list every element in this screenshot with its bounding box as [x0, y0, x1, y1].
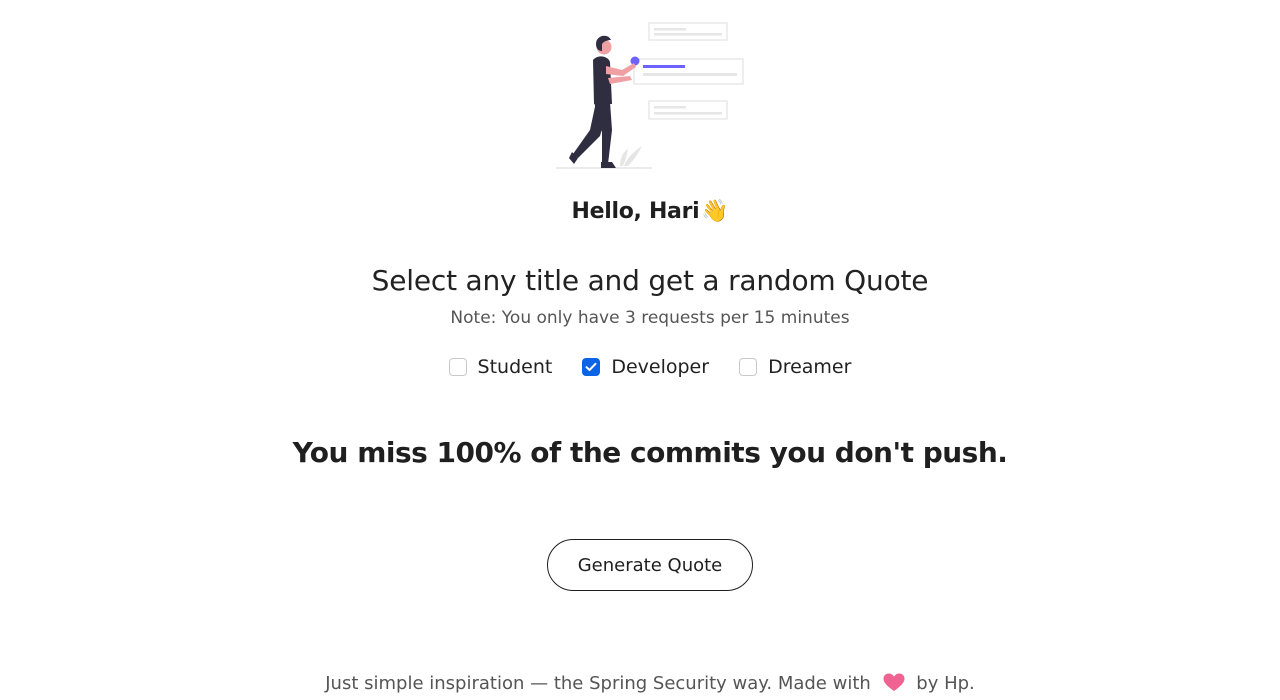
option-dreamer-label: Dreamer	[768, 356, 852, 378]
footer-text-before: Just simple inspiration — the Spring Sec…	[325, 673, 871, 694]
person-with-messages-illustration	[556, 22, 744, 169]
greeting-text: Hello, Hari	[571, 199, 700, 224]
check-icon	[585, 362, 597, 371]
option-student-label: Student	[477, 356, 553, 378]
footer-text-after: by Hp.	[916, 673, 975, 694]
option-developer-label: Developer	[611, 356, 710, 378]
dreamer-checkbox[interactable]	[739, 358, 758, 376]
generate-quote-button[interactable]: Generate Quote	[547, 539, 753, 591]
option-developer[interactable]: Developer	[582, 356, 709, 378]
waving-hand-icon: 👋	[701, 199, 729, 224]
footer: Just simple inspiration — the Spring Sec…	[0, 673, 1280, 694]
rate-limit-note: Note: You only have 3 requests per 15 mi…	[450, 308, 850, 328]
page: Hello, Hari👋 Select any title and get a …	[0, 0, 1280, 700]
option-dreamer[interactable]: Dreamer	[739, 356, 851, 378]
heart-icon	[883, 673, 905, 691]
title-options: Student Developer Dreamer	[0, 356, 1280, 378]
developer-checkbox[interactable]	[582, 358, 601, 376]
quote-text: You miss 100% of the commits you don't p…	[292, 436, 1008, 469]
student-checkbox[interactable]	[448, 358, 467, 376]
page-title: Select any title and get a random Quote	[371, 264, 929, 297]
option-student[interactable]: Student	[448, 356, 553, 378]
greeting-heading: Hello, Hari👋	[0, 199, 1280, 224]
